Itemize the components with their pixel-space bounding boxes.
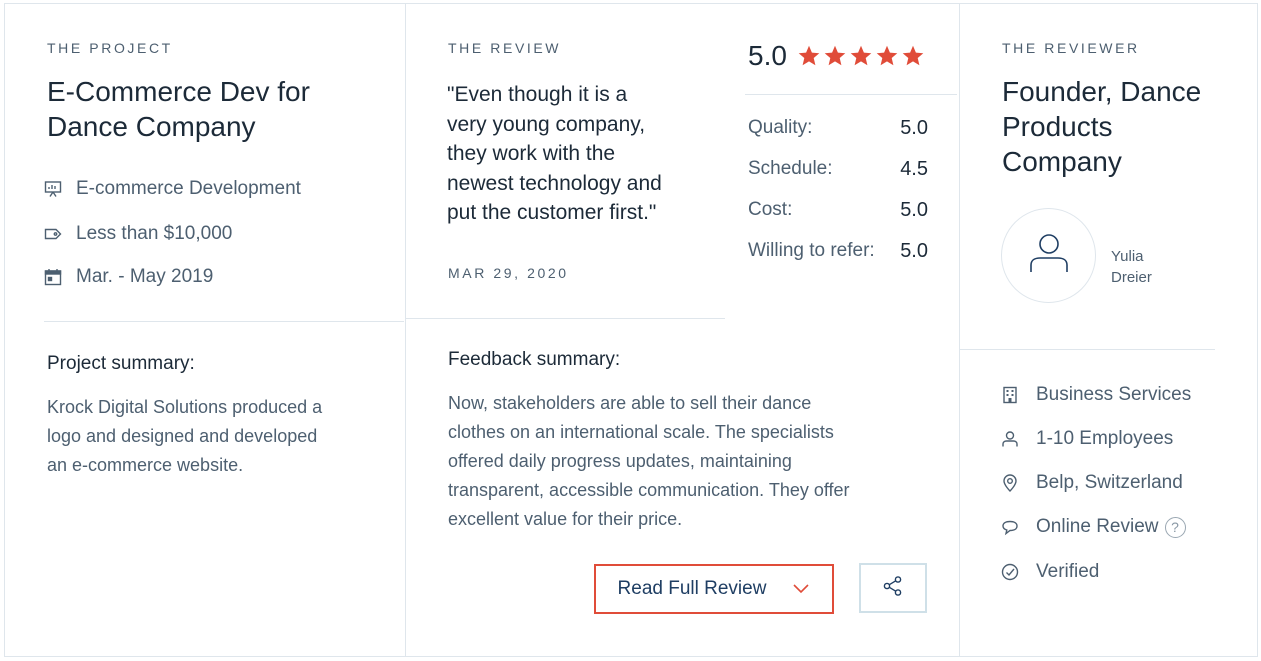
column-divider: [405, 4, 406, 656]
rating-value: 5.0: [900, 117, 928, 139]
reviewer-location: Belp, Switzerland: [1000, 472, 1183, 494]
quote-line: "Even though it is a: [447, 83, 628, 106]
rating-row-quality: Quality: 5.0: [748, 117, 928, 158]
reviewer-industry: Business Services: [1000, 384, 1191, 406]
chat-bubble-icon: [1000, 517, 1020, 537]
quote-line: very young company,: [447, 112, 646, 136]
project-service: E-commerce Development: [44, 178, 301, 200]
review-date: MAR 29, 2020: [448, 265, 569, 281]
share-button[interactable]: [859, 563, 927, 613]
user-icon: [1023, 227, 1075, 284]
reviewer-title: Founder, Dance Products Company: [1002, 74, 1201, 179]
project-service-text: E-commerce Development: [76, 178, 301, 199]
reviewer-title-line: Founder, Dance: [1002, 76, 1202, 107]
star-icon: [798, 45, 820, 66]
building-icon: [1000, 385, 1020, 405]
project-budget-text: Less than $10,000: [76, 223, 233, 244]
quote-line: they work with the: [447, 142, 616, 165]
location-pin-icon: [1000, 473, 1020, 493]
avatar: [1001, 208, 1096, 303]
overall-rating-value: 5.0: [748, 40, 787, 71]
project-title-line: E-Commerce Dev for: [47, 76, 310, 107]
summary-line: Krock Digital Solutions produced a: [47, 397, 323, 417]
summary-line: logo and designed and developed: [47, 426, 318, 446]
star-icon: [824, 45, 846, 66]
star-icon: [902, 45, 924, 66]
person-icon: [1000, 429, 1020, 449]
reviewer-title-line: Company: [1002, 146, 1122, 177]
star-rating: [797, 44, 927, 68]
rating-label: Willing to refer:: [748, 240, 875, 261]
reviewer-title-line: Products: [1002, 111, 1113, 142]
feedback-line: Now, stakeholders are able to sell their…: [448, 393, 812, 413]
reviewer-name: Yulia Dreier: [1111, 246, 1152, 288]
project-summary-heading: Project summary:: [47, 353, 195, 374]
feedback-summary-heading: Feedback summary:: [448, 349, 621, 370]
feedback-line: transparent, accessible communication. T…: [448, 480, 850, 500]
star-icon: [850, 45, 872, 66]
rating-row-refer: Willing to refer: 5.0: [748, 240, 928, 281]
reviewer-verified: Verified: [1000, 561, 1099, 583]
summary-line: an e-commerce website.: [47, 455, 244, 475]
rating-row-schedule: Schedule: 4.5: [748, 158, 928, 199]
feedback-line: excellent value for their price.: [448, 509, 683, 529]
quote-line: newest technology and: [447, 171, 662, 195]
rating-label: Cost:: [748, 199, 793, 220]
price-tag-icon: [44, 225, 62, 243]
section-divider: [44, 321, 404, 322]
project-title: E-Commerce Dev for Dance Company: [47, 74, 310, 144]
rating-row-cost: Cost: 5.0: [748, 199, 928, 240]
project-dates-text: Mar. - May 2019: [76, 266, 214, 287]
reviewer-company-size-text: 1-10 Employees: [1036, 428, 1174, 449]
reviewer-first-name: Yulia: [1111, 248, 1144, 265]
feedback-line: clothes on an international scale. The s…: [448, 422, 834, 442]
check-circle-icon: [1000, 562, 1020, 582]
feedback-line: offered daily progress updates, maintain…: [448, 451, 792, 471]
rating-value: 5.0: [900, 199, 928, 221]
project-title-line: Dance Company: [47, 111, 256, 142]
reviewer-last-name: Dreier: [1111, 269, 1152, 286]
read-full-review-button[interactable]: Read Full Review: [594, 564, 834, 614]
share-icon: [882, 575, 904, 602]
quote-line: put the customer first.": [447, 201, 657, 224]
section-divider: [405, 318, 725, 319]
rating-breakdown: Quality: 5.0 Schedule: 4.5 Cost: 5.0 Wil…: [748, 117, 928, 281]
review-quote: "Even though it is a very young company,…: [447, 80, 717, 228]
project-budget: Less than $10,000: [44, 223, 232, 245]
rating-label: Quality:: [748, 117, 813, 138]
read-full-review-label: Read Full Review: [617, 578, 767, 599]
rating-value: 5.0: [900, 240, 928, 262]
rating-divider: [745, 94, 957, 95]
calendar-icon: [44, 268, 62, 286]
section-divider: [959, 349, 1215, 350]
presentation-chart-icon: [44, 180, 62, 198]
star-icon: [876, 45, 898, 66]
help-icon[interactable]: ?: [1164, 516, 1186, 538]
review-eyebrow: THE REVIEW: [448, 40, 562, 56]
rating-value: 4.5: [900, 158, 928, 180]
column-divider: [959, 4, 960, 656]
reviewer-eyebrow: THE REVIEWER: [1002, 40, 1140, 56]
feedback-summary-text: Now, stakeholders are able to sell their…: [448, 389, 850, 534]
reviewer-location-text: Belp, Switzerland: [1036, 472, 1183, 493]
reviewer-review-source-text: Online Review: [1036, 516, 1159, 537]
project-summary-text: Krock Digital Solutions produced a logo …: [47, 393, 322, 480]
reviewer-verified-text: Verified: [1036, 561, 1100, 582]
rating-label: Schedule:: [748, 158, 833, 179]
chevron-down-icon: [792, 583, 810, 595]
reviewer-company-size: 1-10 Employees: [1000, 428, 1173, 450]
reviewer-review-source: Online Review ?: [1000, 516, 1186, 538]
project-eyebrow: THE PROJECT: [47, 40, 173, 56]
project-dates: Mar. - May 2019: [44, 266, 213, 288]
overall-rating: 5.0: [748, 40, 927, 72]
reviewer-industry-text: Business Services: [1036, 384, 1192, 405]
